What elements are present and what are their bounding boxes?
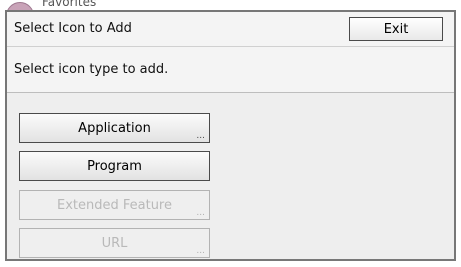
option-panel: Application ... Program Extended Feature… <box>7 93 454 259</box>
more-options-icon: ... <box>196 208 205 218</box>
program-button[interactable]: Program <box>19 151 210 181</box>
extended-feature-button: Extended Feature ... <box>19 190 210 220</box>
dialog-title: Select Icon to Add <box>14 21 132 36</box>
more-options-icon: ... <box>196 131 205 141</box>
url-label: URL <box>101 235 128 251</box>
application-button[interactable]: Application ... <box>19 113 210 143</box>
extended-feature-label: Extended Feature <box>56 197 172 213</box>
exit-button[interactable]: Exit <box>349 17 443 41</box>
instruction-text: Select icon type to add. <box>14 62 169 77</box>
dialog-title-bar: Select Icon to Add Exit <box>7 12 454 47</box>
url-button: URL ... <box>19 228 210 258</box>
application-label: Application <box>78 120 151 136</box>
select-icon-dialog: Select Icon to Add Exit Select icon type… <box>5 10 456 261</box>
more-options-icon: ... <box>196 246 205 256</box>
program-label: Program <box>87 158 142 174</box>
background-label: Favorites <box>42 0 97 9</box>
